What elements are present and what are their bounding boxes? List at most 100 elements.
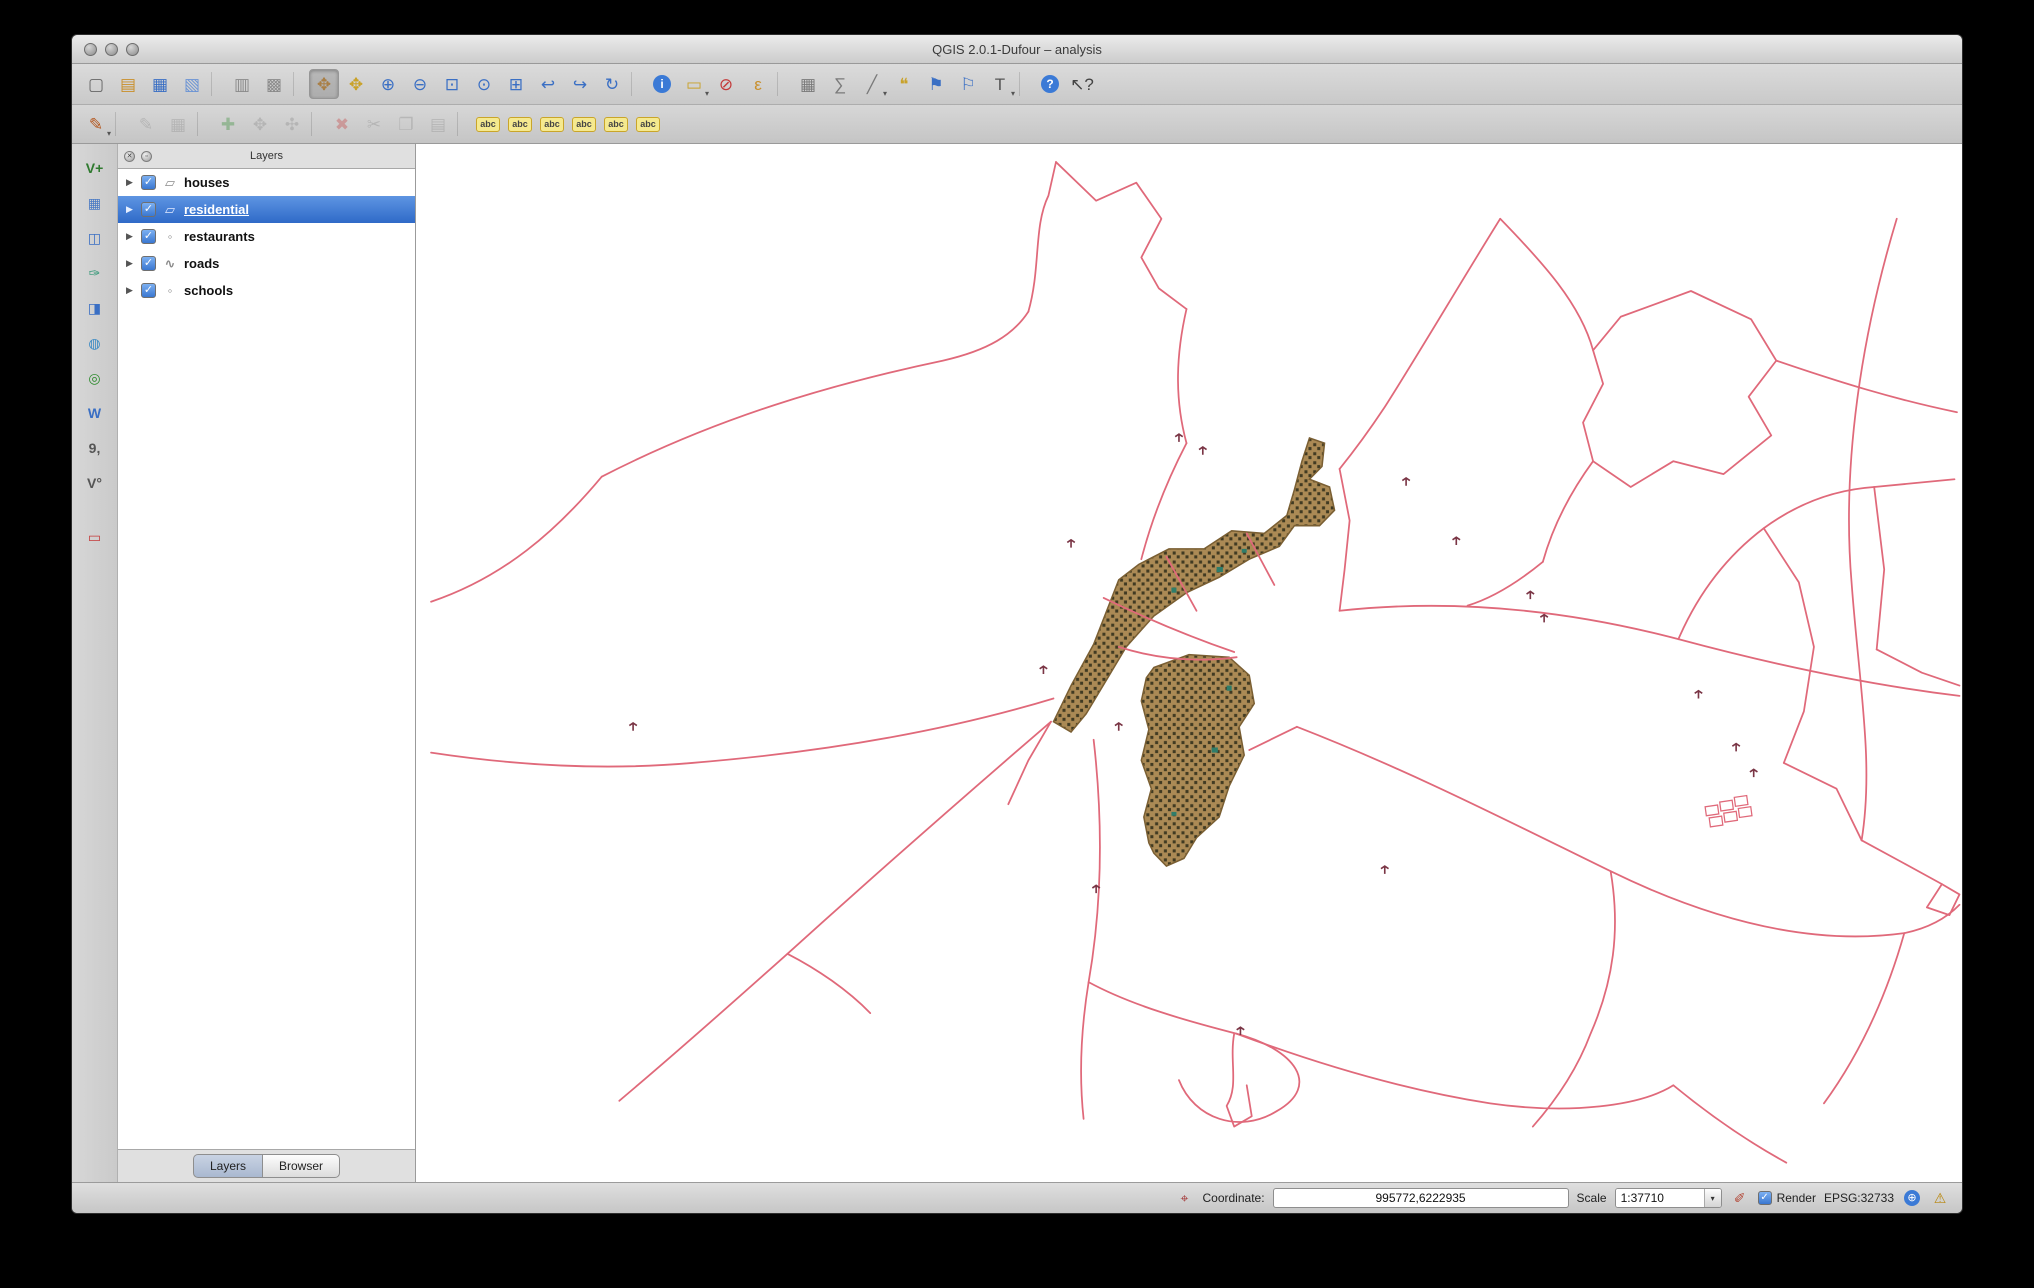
manage-layers-toolbar: V+ ▦ ◫ ✑ ◨ ◍ ◎ W 9, V° ▭	[72, 144, 118, 1182]
editing-labeling-toolbar: ✎ ▾ ✎ ▦ ✚ ✥ ✣ ✖ ✂ ❐ ▤ abc abc abc abc abc abc	[72, 105, 1962, 144]
zoom-next-icon[interactable]: ↪	[565, 69, 595, 99]
add-mssql-layer-icon[interactable]: ◨	[81, 294, 109, 322]
labeling-options-icon[interactable]: abc	[473, 109, 503, 139]
add-wms-layer-icon[interactable]: ◍	[81, 329, 109, 357]
pan-map-icon[interactable]: ✥	[309, 69, 339, 99]
new-bookmark-icon[interactable]: ⚑	[921, 69, 951, 99]
layer-item-restaurants[interactable]: ▶ ✓ ◦ restaurants	[118, 223, 415, 250]
select-features-icon[interactable]: ▭ ▾	[679, 69, 709, 99]
save-project-icon[interactable]: ▦	[145, 69, 175, 99]
open-attribute-table-icon[interactable]: ▦	[793, 69, 823, 99]
paste-features-icon[interactable]: ▤	[423, 109, 453, 139]
layer-name: restaurants	[184, 229, 255, 244]
label-move-icon[interactable]: abc	[569, 109, 599, 139]
expand-arrow-icon[interactable]: ▶	[126, 204, 136, 215]
measure-icon[interactable]: ╱ ▾	[857, 69, 887, 99]
dock-tab-browser[interactable]: Browser	[262, 1154, 341, 1178]
current-edits-icon[interactable]: ✎ ▾	[81, 109, 111, 139]
add-wfs-layer-icon[interactable]: W	[81, 399, 109, 427]
panel-close-button[interactable]: ✕	[124, 150, 135, 162]
panel-title: Layers	[249, 150, 284, 162]
zoom-button[interactable]	[126, 42, 139, 56]
add-delimited-text-icon[interactable]: 9,	[81, 434, 109, 462]
zoom-in-icon[interactable]: ⊕	[373, 69, 403, 99]
scale-combo[interactable]: ▾	[1614, 1188, 1722, 1208]
add-spatialite-layer-icon[interactable]: ✑	[81, 259, 109, 287]
layer-item-houses[interactable]: ▶ ✓ ▱ houses	[118, 169, 415, 196]
copy-features-icon[interactable]: ❐	[391, 109, 421, 139]
layer-visibility-checkbox[interactable]: ✓	[141, 175, 156, 190]
panel-float-button[interactable]: ▫	[141, 150, 152, 162]
layer-visibility-checkbox[interactable]: ✓	[141, 283, 156, 298]
dropdown-caret-icon: ▾	[882, 89, 887, 98]
toolbar-separator	[631, 72, 643, 96]
scale-label: Scale	[1576, 1191, 1607, 1205]
layer-visibility-checkbox[interactable]: ✓	[141, 202, 156, 217]
new-shapefile-layer-icon[interactable]: V°	[81, 469, 109, 497]
save-project-as-icon[interactable]: ▧	[177, 69, 207, 99]
dock-tab-layers[interactable]: Layers	[192, 1154, 262, 1178]
open-project-icon[interactable]: ▤	[113, 69, 143, 99]
minimize-button[interactable]	[105, 42, 118, 56]
pan-to-selection-icon[interactable]: ✥	[341, 69, 371, 99]
select-by-expression-icon[interactable]: ε	[743, 69, 773, 99]
zoom-to-layer-icon[interactable]: ⊞	[501, 69, 531, 99]
render-check-icon[interactable]: ✓	[1757, 1191, 1772, 1205]
title-bar[interactable]: QGIS 2.0.1-Dufour – analysis	[72, 35, 1962, 64]
coordinate-input[interactable]	[1272, 1188, 1569, 1208]
expand-arrow-icon[interactable]: ▶	[126, 231, 136, 242]
coordinate-toggle-icon[interactable]: ⌖	[1175, 1188, 1195, 1208]
expand-arrow-icon[interactable]: ▶	[126, 258, 136, 269]
coordinate-label: Coordinate:	[1202, 1191, 1265, 1205]
field-calculator-icon[interactable]: ∑	[825, 69, 855, 99]
expand-arrow-icon[interactable]: ▶	[126, 177, 136, 188]
new-print-composer-icon[interactable]: ▥	[227, 69, 257, 99]
text-annotation-icon[interactable]: T ▾	[985, 69, 1015, 99]
remove-layer-icon[interactable]: ▭	[81, 523, 109, 551]
zoom-last-icon[interactable]: ↩	[533, 69, 563, 99]
label-rotate-icon[interactable]: abc	[601, 109, 631, 139]
label-properties-icon[interactable]: abc	[633, 109, 663, 139]
render-checkbox[interactable]: ✓ Render	[1757, 1191, 1816, 1205]
show-bookmarks-icon[interactable]: ⚐	[953, 69, 983, 99]
delete-selected-icon[interactable]: ✖	[327, 109, 357, 139]
label-show-hidden-icon[interactable]: abc	[537, 109, 567, 139]
close-button[interactable]	[84, 42, 97, 56]
identify-features-icon[interactable]: i	[647, 69, 677, 99]
layer-item-roads[interactable]: ▶ ✓ ∿ roads	[118, 250, 415, 277]
add-postgis-layer-icon[interactable]: ◫	[81, 224, 109, 252]
map-tips-icon[interactable]: ❝	[889, 69, 919, 99]
cut-features-icon[interactable]: ✂	[359, 109, 389, 139]
zoom-out-icon[interactable]: ⊖	[405, 69, 435, 99]
expand-arrow-icon[interactable]: ▶	[126, 285, 136, 296]
add-wcs-layer-icon[interactable]: ◎	[81, 364, 109, 392]
add-feature-icon[interactable]: ✚	[213, 109, 243, 139]
save-layer-edits-icon[interactable]: ▦	[163, 109, 193, 139]
node-tool-icon[interactable]: ✣	[277, 109, 307, 139]
zoom-to-selection-icon[interactable]: ⊙	[469, 69, 499, 99]
scale-dropdown-icon[interactable]: ▾	[1703, 1189, 1721, 1207]
add-vector-layer-icon[interactable]: V+	[81, 154, 109, 182]
layer-name: schools	[184, 283, 234, 298]
map-canvas[interactable]	[416, 144, 1962, 1182]
magnifier-edit-icon[interactable]: ✐	[1730, 1188, 1750, 1208]
label-pin-icon[interactable]: abc	[505, 109, 535, 139]
zoom-full-icon[interactable]: ⊡	[437, 69, 467, 99]
layer-visibility-checkbox[interactable]: ✓	[141, 256, 156, 271]
toggle-editing-icon[interactable]: ✎	[131, 109, 161, 139]
add-raster-layer-icon[interactable]: ▦	[81, 189, 109, 217]
refresh-map-icon[interactable]: ↻	[597, 69, 627, 99]
help-icon[interactable]: ?	[1035, 69, 1065, 99]
messages-log-icon[interactable]: ⚠	[1930, 1188, 1950, 1208]
whats-this-icon[interactable]: ↖?	[1067, 69, 1097, 99]
move-feature-icon[interactable]: ✥	[245, 109, 275, 139]
toolbar-separator	[293, 72, 305, 96]
layer-item-residential[interactable]: ▶ ✓ ▱ residential	[118, 196, 415, 223]
new-project-icon[interactable]: ▢	[81, 69, 111, 99]
layer-visibility-checkbox[interactable]: ✓	[141, 229, 156, 244]
composer-manager-icon[interactable]: ▩	[259, 69, 289, 99]
deselect-features-icon[interactable]: ⊘	[711, 69, 741, 99]
crs-status-icon[interactable]: ⊕	[1902, 1188, 1922, 1208]
layer-item-schools[interactable]: ▶ ✓ ◦ schools	[118, 277, 415, 304]
scale-input[interactable]	[1615, 1189, 1704, 1207]
